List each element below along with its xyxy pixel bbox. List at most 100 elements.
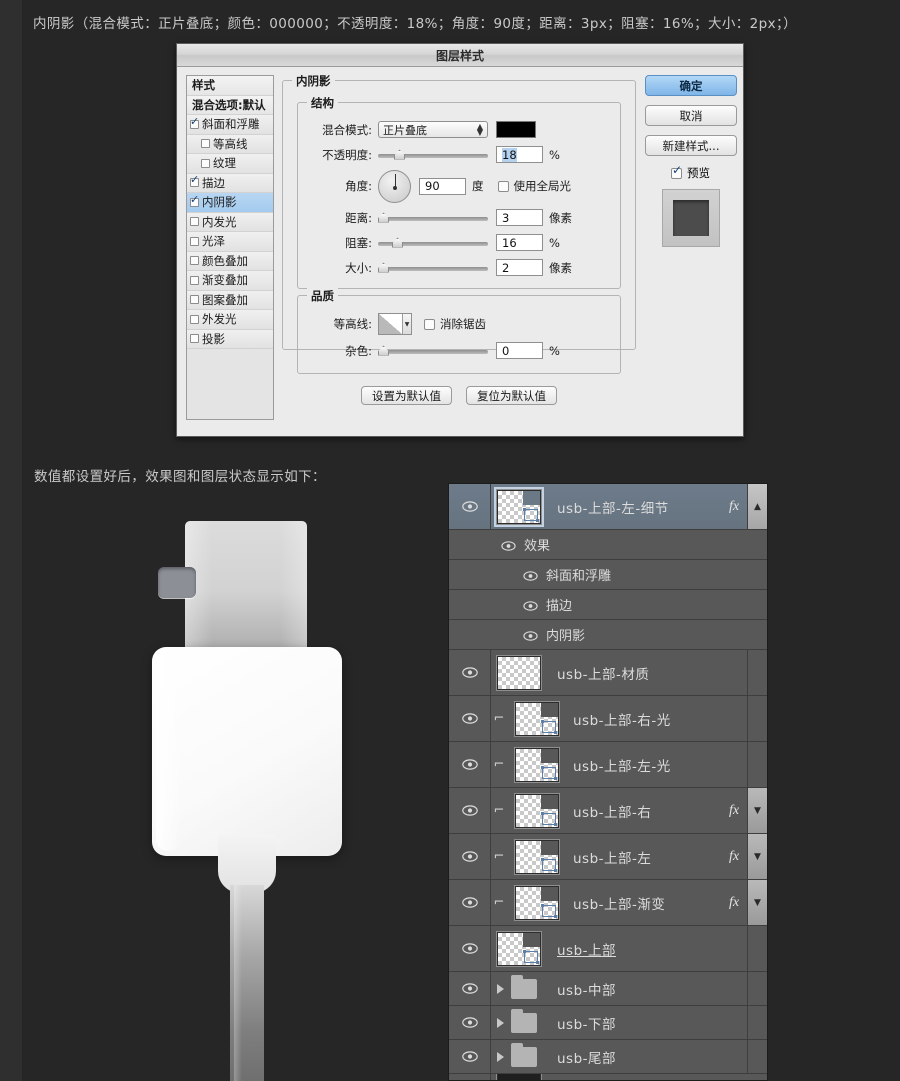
style-item-color-overlay[interactable]: 颜色叠加 <box>187 251 273 271</box>
ok-button[interactable]: 确定 <box>645 75 737 96</box>
layer-name[interactable]: usb-上部 <box>547 939 721 959</box>
style-item-inner-shadow[interactable]: 内阴影 <box>187 193 273 213</box>
layer-name[interactable]: usb-上部-左 <box>563 847 721 867</box>
distance-input[interactable]: 3 <box>496 209 543 226</box>
layers-panel[interactable]: usb-上部-左-细节 fx ▲ 效果 斜面和浮雕 描边 内阴影 usb-上部-… <box>448 483 768 1081</box>
visibility-toggle[interactable] <box>449 1006 491 1039</box>
set-default-button[interactable]: 设置为默认值 <box>361 386 452 405</box>
style-item-satin[interactable]: 光泽 <box>187 232 273 252</box>
blending-options-row[interactable]: 混合选项:默认 <box>187 95 273 115</box>
chevron-right-icon[interactable] <box>497 1051 504 1062</box>
group-name[interactable]: usb-尾部 <box>547 1047 721 1067</box>
preview-toggle[interactable]: 预览 <box>645 163 736 181</box>
fx-icon[interactable]: fx <box>721 803 747 819</box>
chevron-right-icon[interactable] <box>497 983 504 994</box>
layer-name[interactable]: usb-上部-右-光 <box>563 709 721 729</box>
noise-slider[interactable] <box>378 345 488 357</box>
layer-row-usb-top-right-light[interactable]: ⌐ usb-上部-右-光 <box>449 696 767 742</box>
eye-icon[interactable] <box>523 570 538 581</box>
fx-icon[interactable]: fx <box>721 849 747 865</box>
checkbox-icon[interactable] <box>424 318 435 330</box>
angle-input[interactable]: 90 <box>419 177 466 195</box>
fx-expand-button[interactable]: ▼ <box>747 880 767 925</box>
style-item-drop-shadow[interactable]: 投影 <box>187 329 273 349</box>
layer-row-partial[interactable] <box>449 1074 767 1080</box>
checkbox-icon[interactable] <box>190 115 199 129</box>
contour-picker[interactable]: ▼ <box>378 313 412 335</box>
style-item-contour[interactable]: 等高线 <box>187 134 273 154</box>
slider-thumb[interactable] <box>378 345 389 356</box>
checkbox-icon[interactable] <box>190 193 199 207</box>
new-style-button[interactable]: 新建样式... <box>645 135 737 156</box>
layer-name[interactable]: usb-上部-左-细节 <box>547 497 721 517</box>
style-item-bevel[interactable]: 斜面和浮雕 <box>187 115 273 135</box>
checkbox-icon[interactable] <box>190 236 199 246</box>
shadow-color-swatch[interactable] <box>496 121 536 138</box>
fx-icon[interactable]: fx <box>721 499 747 515</box>
choke-input[interactable]: 16 <box>496 234 543 251</box>
layer-row-usb-top-left-light[interactable]: ⌐ usb-上部-左-光 <box>449 742 767 788</box>
layer-row-usb-top-left[interactable]: ⌐ usb-上部-左 fx ▼ <box>449 834 767 880</box>
slider-thumb[interactable] <box>394 149 405 160</box>
reset-default-button[interactable]: 复位为默认值 <box>466 386 557 405</box>
fx-icon[interactable]: fx <box>721 895 747 911</box>
layer-row-usb-top[interactable]: usb-上部 <box>449 926 767 972</box>
layer-row-usb-top-gradient[interactable]: ⌐ usb-上部-渐变 fx ▼ <box>449 880 767 926</box>
visibility-toggle[interactable] <box>449 880 491 925</box>
size-slider[interactable] <box>378 262 488 274</box>
checkbox-icon[interactable] <box>190 275 199 285</box>
visibility-toggle[interactable] <box>449 742 491 787</box>
layer-row-usb-top-right[interactable]: ⌐ usb-上部-右 fx ▼ <box>449 788 767 834</box>
checkbox-icon[interactable] <box>190 217 199 227</box>
eye-icon[interactable] <box>523 630 538 641</box>
choke-slider[interactable] <box>378 237 488 249</box>
visibility-toggle[interactable] <box>449 788 491 833</box>
style-item-texture[interactable]: 纹理 <box>187 154 273 174</box>
eye-icon[interactable] <box>523 600 538 611</box>
opacity-input[interactable]: 18 <box>496 146 543 163</box>
angle-dial[interactable] <box>378 169 411 203</box>
fx-expand-button[interactable]: ▼ <box>747 834 767 879</box>
layer-row-usb-top-left-detail[interactable]: usb-上部-左-细节 fx ▲ <box>449 484 767 530</box>
effect-row-inner-shadow[interactable]: 内阴影 <box>449 620 767 650</box>
checkbox-icon[interactable] <box>671 163 682 179</box>
antialias-row[interactable]: 消除锯齿 <box>424 316 486 332</box>
layer-group-usb-middle[interactable]: usb-中部 <box>449 972 767 1006</box>
checkbox-icon[interactable] <box>201 139 210 149</box>
layer-group-usb-tail[interactable]: usb-尾部 <box>449 1040 767 1074</box>
size-input[interactable]: 2 <box>496 259 543 276</box>
visibility-toggle[interactable] <box>449 696 491 741</box>
cancel-button[interactable]: 取消 <box>645 105 737 126</box>
checkbox-icon[interactable] <box>190 295 199 305</box>
opacity-slider[interactable] <box>378 149 488 161</box>
eye-icon[interactable] <box>501 540 516 551</box>
style-item-inner-glow[interactable]: 内发光 <box>187 212 273 232</box>
checkbox-icon[interactable] <box>201 158 210 168</box>
chevron-down-icon[interactable]: ▼ <box>402 314 411 334</box>
visibility-toggle[interactable] <box>449 1040 491 1073</box>
style-item-gradient-overlay[interactable]: 渐变叠加 <box>187 271 273 291</box>
checkbox-icon[interactable] <box>190 314 199 324</box>
noise-input[interactable]: 0 <box>496 342 543 359</box>
group-icons[interactable] <box>491 1008 547 1033</box>
slider-thumb[interactable] <box>378 262 389 273</box>
checkbox-icon[interactable] <box>497 180 509 192</box>
group-name[interactable]: usb-中部 <box>547 979 721 999</box>
layer-row-usb-top-material[interactable]: usb-上部-材质 <box>449 650 767 696</box>
blend-mode-select[interactable]: 正片叠底 ▲ ▼ <box>378 121 488 138</box>
layer-name[interactable]: usb-上部-材质 <box>547 663 721 683</box>
chevron-right-icon[interactable] <box>497 1017 504 1028</box>
checkbox-icon[interactable] <box>190 173 199 188</box>
fx-expand-button[interactable]: ▼ <box>747 788 767 833</box>
visibility-toggle[interactable] <box>449 650 491 695</box>
global-light-row[interactable]: 使用全局光 <box>497 178 571 194</box>
checkbox-icon[interactable] <box>190 334 199 344</box>
layer-name[interactable]: usb-上部-右 <box>563 801 721 821</box>
style-item-outer-glow[interactable]: 外发光 <box>187 310 273 330</box>
visibility-toggle[interactable] <box>449 1074 491 1080</box>
checkbox-icon[interactable] <box>190 256 199 266</box>
effect-row-stroke[interactable]: 描边 <box>449 590 767 620</box>
visibility-toggle[interactable] <box>449 972 491 1005</box>
distance-slider[interactable] <box>378 212 488 224</box>
visibility-toggle[interactable] <box>449 484 491 529</box>
